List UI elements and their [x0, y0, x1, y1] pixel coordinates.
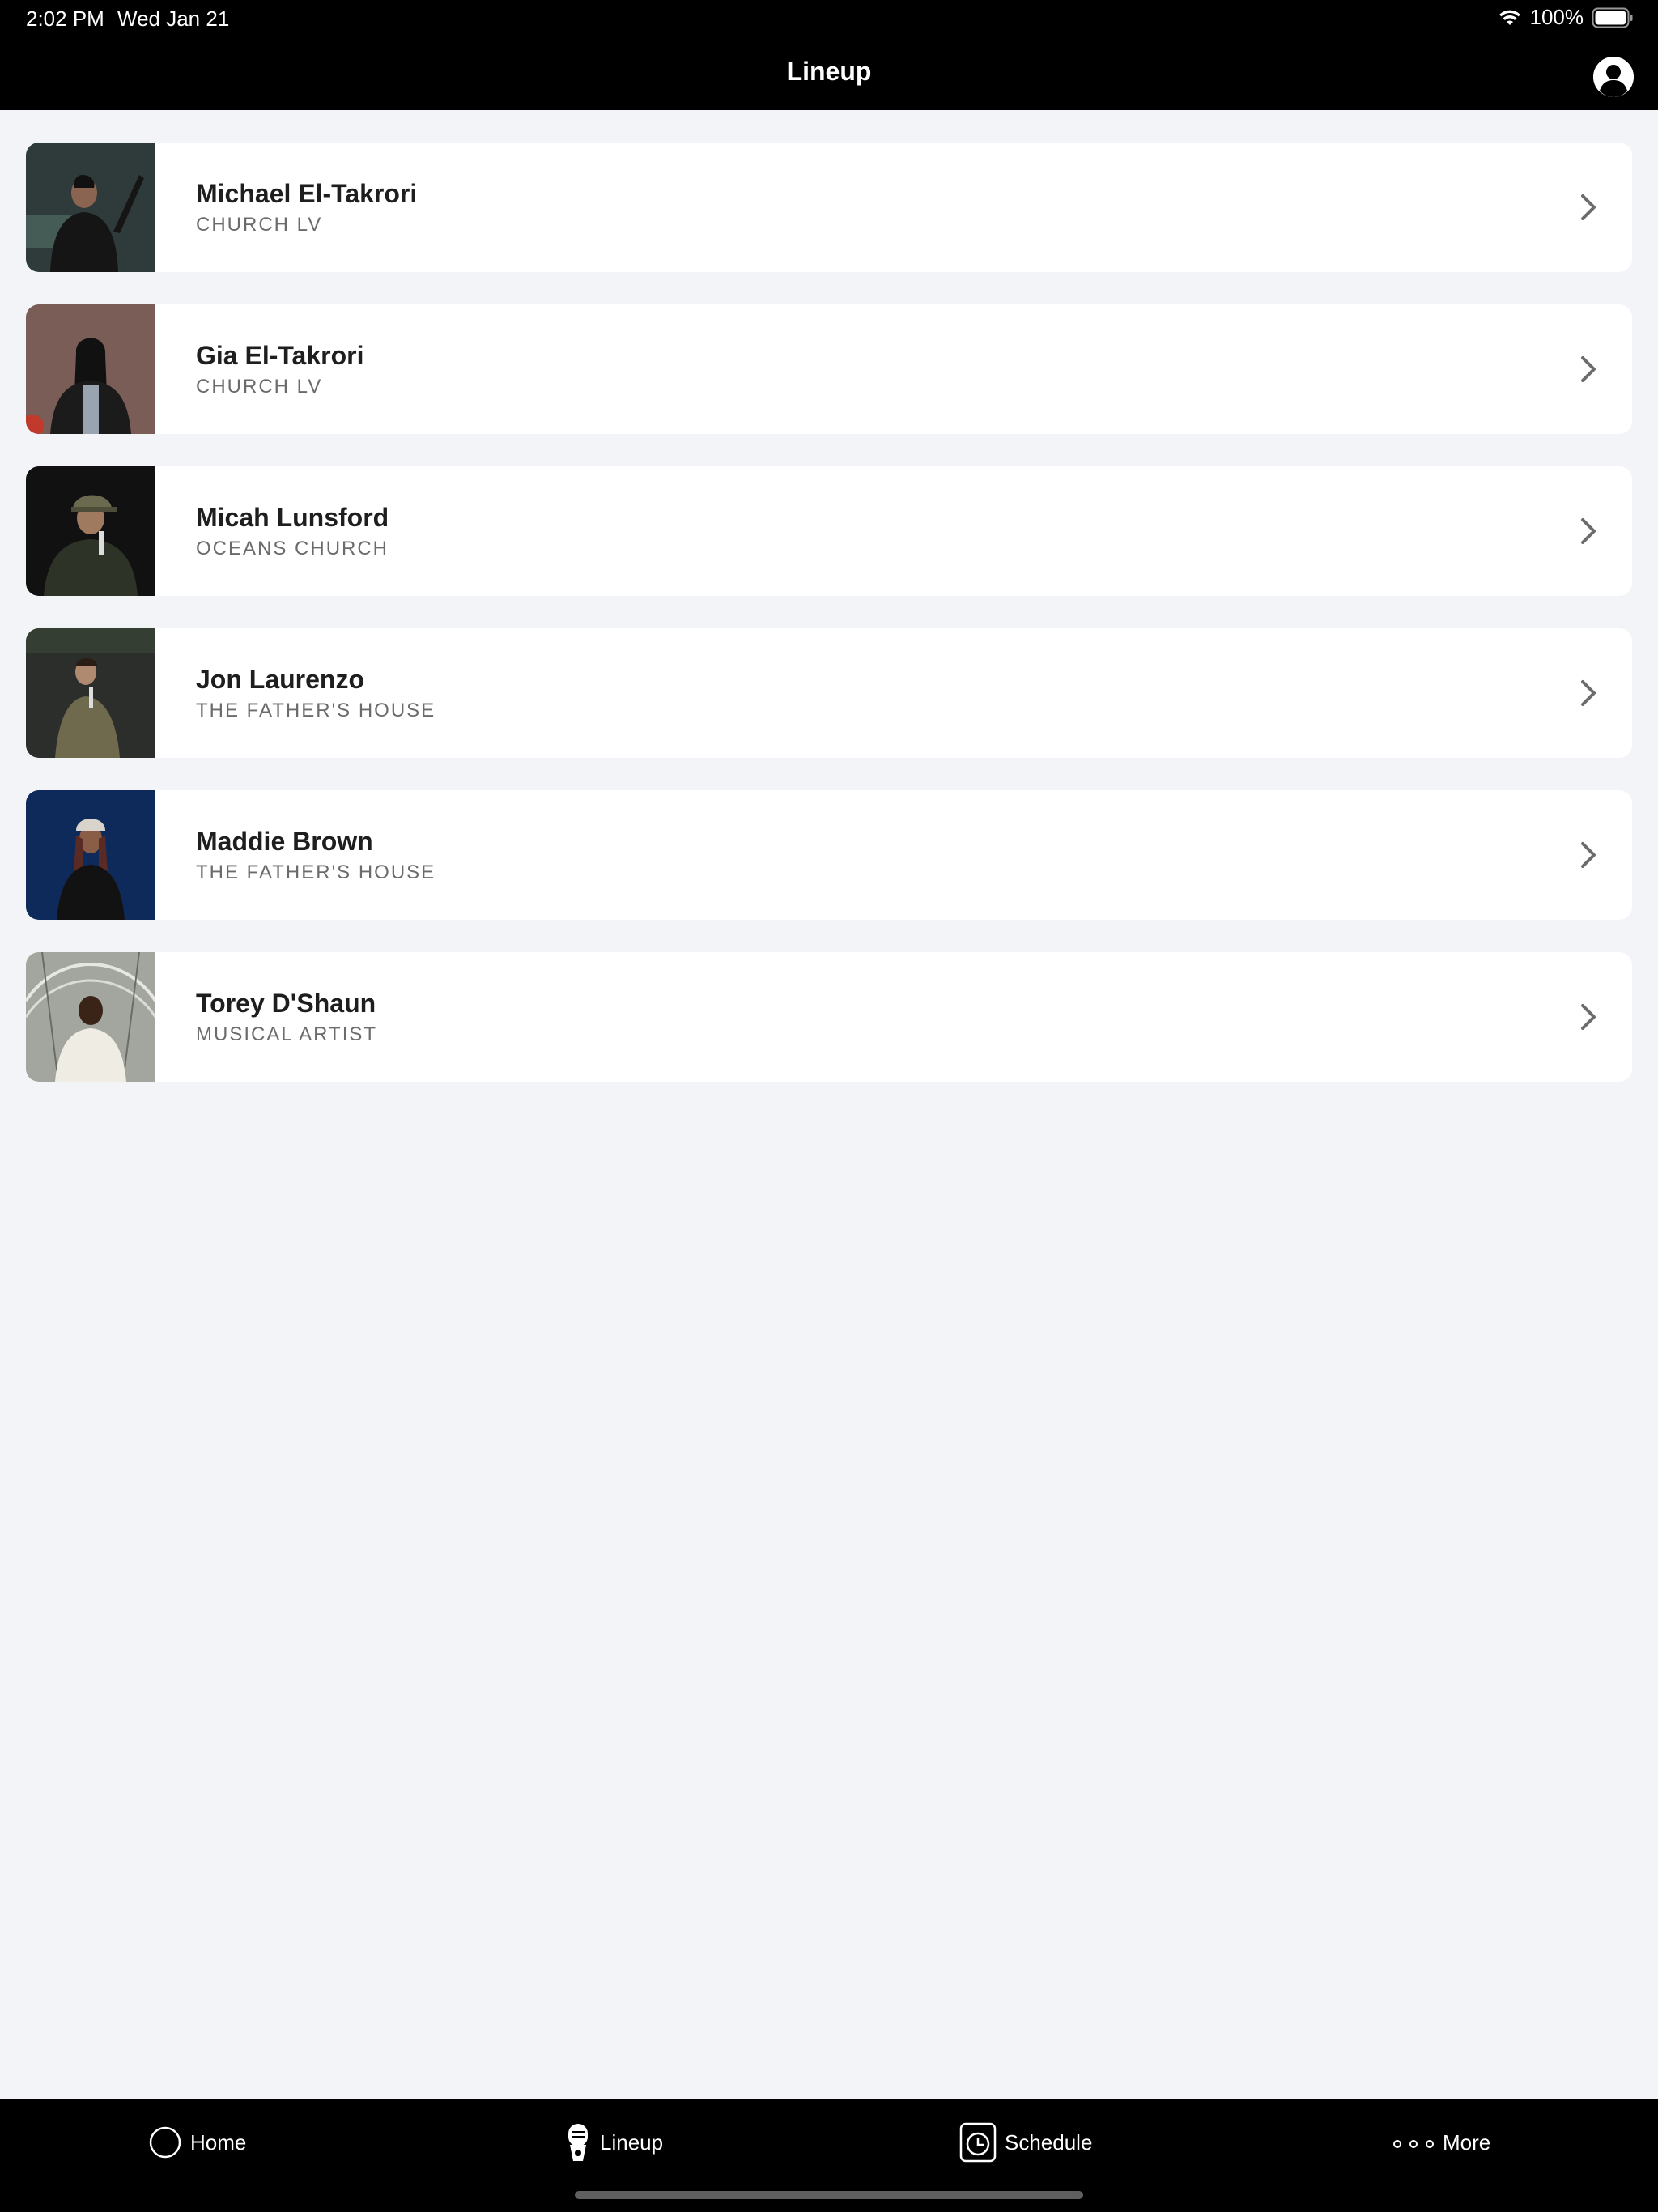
tab-label: Schedule — [1005, 2129, 1093, 2155]
speaker-org: OCEANS CHURCH — [196, 538, 389, 559]
chevron-right-icon — [1579, 1002, 1598, 1032]
battery-icon — [1592, 7, 1634, 28]
chevron-right-icon — [1579, 840, 1598, 870]
tab-home[interactable]: Home — [148, 2120, 246, 2165]
chevron-right-icon — [1579, 517, 1598, 546]
page-title: Lineup — [786, 57, 872, 86]
speaker-text: Micah Lunsford OCEANS CHURCH — [196, 501, 389, 561]
chevron-right-icon — [1579, 355, 1598, 384]
tab-more[interactable]: More — [1392, 2120, 1490, 2165]
speaker-row-jon-laurenzo[interactable]: Jon Laurenzo THE FATHER'S HOUSE — [26, 628, 1632, 758]
speaker-photo — [26, 628, 155, 758]
speaker-photo — [26, 466, 155, 596]
speaker-photo — [26, 790, 155, 920]
top-bar: 2:02 PM Wed Jan 21 100% Lineup — [0, 0, 1658, 110]
speaker-text: Torey D'Shaun MUSICAL ARTIST — [196, 987, 377, 1047]
more-dots-icon — [1392, 2134, 1435, 2150]
speaker-org: THE FATHER'S HOUSE — [196, 861, 436, 883]
clock-icon — [959, 2122, 997, 2163]
speaker-row-torey-dshaun[interactable]: Torey D'Shaun MUSICAL ARTIST — [26, 952, 1632, 1082]
speaker-name: Maddie Brown — [196, 827, 373, 856]
tab-label: Lineup — [600, 2129, 664, 2155]
speaker-name: Gia El-Takrori — [196, 341, 364, 370]
tab-label: Home — [190, 2129, 247, 2155]
speaker-name: Jon Laurenzo — [196, 665, 365, 694]
speaker-photo — [26, 143, 155, 272]
chevron-right-icon — [1579, 193, 1598, 222]
speaker-org: CHURCH LV — [196, 214, 323, 236]
home-indicator — [575, 2191, 1083, 2199]
speaker-row-gia-el-takrori[interactable]: Gia El-Takrori CHURCH LV — [26, 304, 1632, 434]
lineup-list: Michael El-Takrori CHURCH LV Gia El-Takr… — [26, 143, 1632, 1114]
profile-button[interactable] — [1593, 57, 1634, 97]
status-date: Wed Jan 21 — [117, 6, 230, 31]
speaker-org: MUSICAL ARTIST — [196, 1023, 378, 1045]
battery-percent: 100% — [1529, 5, 1584, 29]
status-time: 2:02 PM — [26, 6, 104, 31]
chevron-right-icon — [1579, 678, 1598, 708]
speaker-text: Michael El-Takrori CHURCH LV — [196, 177, 417, 237]
speaker-org: THE FATHER'S HOUSE — [196, 700, 436, 721]
tab-schedule[interactable]: Schedule — [959, 2120, 1092, 2165]
microphone-icon — [564, 2122, 592, 2163]
speaker-org: CHURCH LV — [196, 376, 323, 398]
speaker-row-michael-el-takrori[interactable]: Michael El-Takrori CHURCH LV — [26, 143, 1632, 272]
tab-lineup[interactable]: Lineup — [564, 2120, 663, 2165]
speaker-row-maddie-brown[interactable]: Maddie Brown THE FATHER'S HOUSE — [26, 790, 1632, 920]
speaker-name: Torey D'Shaun — [196, 989, 376, 1018]
tab-label: More — [1443, 2129, 1491, 2155]
speaker-text: Gia El-Takrori CHURCH LV — [196, 339, 363, 399]
speaker-name: Michael El-Takrori — [196, 179, 418, 208]
screen: 2:02 PM Wed Jan 21 100% Lineup Michael E… — [0, 0, 1658, 2212]
person-circle-icon — [1593, 57, 1634, 97]
wifi-icon — [1498, 9, 1522, 27]
speaker-text: Maddie Brown THE FATHER'S HOUSE — [196, 825, 436, 885]
speaker-name: Micah Lunsford — [196, 503, 389, 532]
circle-icon — [148, 2125, 182, 2159]
speaker-text: Jon Laurenzo THE FATHER'S HOUSE — [196, 663, 436, 723]
status-indicators: 100% — [1498, 5, 1635, 30]
speaker-photo — [26, 952, 155, 1082]
speaker-row-micah-lunsford[interactable]: Micah Lunsford OCEANS CHURCH — [26, 466, 1632, 596]
speaker-photo — [26, 304, 155, 434]
